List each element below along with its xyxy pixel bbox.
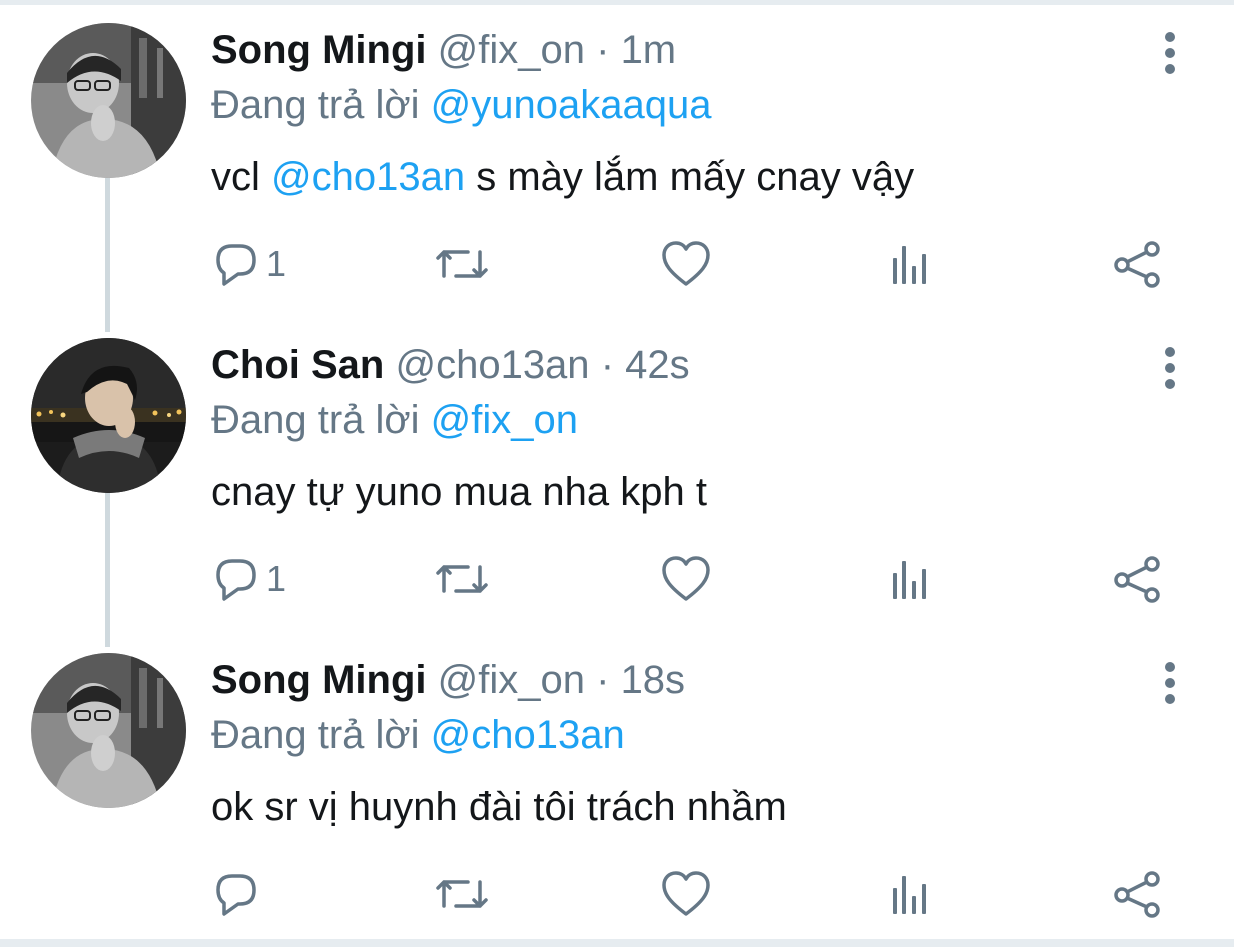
user-handle[interactable]: @fix_on — [438, 658, 585, 702]
timestamp[interactable]: 18s — [621, 658, 686, 702]
stats-button[interactable] — [886, 240, 934, 288]
replying-to: Đang trả lời @yunoakaaqua — [211, 80, 712, 130]
share-icon — [1114, 241, 1160, 288]
timestamp[interactable]: 1m — [621, 28, 677, 72]
reply-icon — [216, 559, 256, 601]
share-button[interactable] — [1112, 240, 1162, 288]
like-button[interactable] — [660, 870, 712, 918]
replying-mention[interactable]: @cho13an — [431, 713, 625, 757]
reply-icon — [216, 244, 256, 286]
heart-icon — [662, 241, 710, 286]
separator-dot: · — [600, 343, 615, 387]
stats-icon — [893, 246, 926, 284]
more-options-button[interactable] — [1152, 657, 1188, 707]
share-button[interactable] — [1112, 555, 1162, 603]
tweet-text-part: cnay tự yuno mua nha kph t — [211, 470, 707, 514]
more-vertical-icon — [1165, 662, 1175, 704]
tweet-header: Choi San @cho13an · 42s — [211, 340, 690, 390]
retweet-button[interactable] — [434, 555, 490, 603]
tweet-text-part: ok sr vị huynh đài tôi trách nhầm — [211, 785, 787, 829]
share-icon — [1114, 871, 1160, 918]
tweet[interactable]: Song Mingi @fix_on · 1m Đang trả lời @yu… — [0, 5, 1234, 320]
display-name[interactable]: Choi San — [211, 343, 384, 387]
tweet[interactable]: Song Mingi @fix_on · 18s Đang trả lời @c… — [0, 635, 1234, 947]
tweet-text-part: vcl — [211, 155, 271, 199]
action-bar — [0, 870, 1234, 918]
more-vertical-icon — [1165, 347, 1175, 389]
like-button[interactable] — [660, 555, 712, 603]
replying-mention[interactable]: @yunoakaaqua — [431, 83, 712, 127]
action-bar: 1 — [0, 240, 1234, 288]
reply-count: 1 — [266, 243, 287, 284]
tweet-thread: Song Mingi @fix_on · 1m Đang trả lời @yu… — [0, 0, 1234, 947]
user-handle[interactable]: @cho13an — [395, 343, 589, 387]
bottom-divider — [0, 939, 1234, 947]
tweet-mention[interactable]: @cho13an — [271, 155, 465, 199]
tweet-header: Song Mingi @fix_on · 18s — [211, 655, 685, 705]
replying-prefix: Đang trả lời — [211, 713, 420, 757]
separator-dot: · — [596, 658, 610, 702]
user-handle[interactable]: @fix_on — [438, 28, 585, 72]
retweet-icon — [436, 250, 488, 278]
retweet-icon — [436, 880, 488, 908]
tweet-text: cnay tự yuno mua nha kph t — [211, 467, 707, 517]
reply-icon — [216, 874, 256, 916]
more-options-button[interactable] — [1152, 342, 1188, 392]
reply-button[interactable]: 1 — [212, 240, 286, 288]
stats-icon — [893, 876, 926, 914]
more-options-button[interactable] — [1152, 27, 1188, 77]
reply-button[interactable] — [212, 870, 266, 918]
share-button[interactable] — [1112, 870, 1162, 918]
tweet-text: ok sr vị huynh đài tôi trách nhầm — [211, 782, 787, 832]
reply-button[interactable]: 1 — [212, 555, 286, 603]
retweet-icon — [436, 565, 488, 593]
retweet-button[interactable] — [434, 870, 490, 918]
replying-prefix: Đang trả lời — [211, 83, 420, 127]
replying-to: Đang trả lời @cho13an — [211, 710, 625, 760]
tweet-text: vcl @cho13an s mày lắm mấy cnay vậy — [211, 152, 914, 202]
action-bar: 1 — [0, 555, 1234, 603]
tweet[interactable]: Choi San @cho13an · 42s Đang trả lời @fi… — [0, 320, 1234, 635]
display-name[interactable]: Song Mingi — [211, 658, 427, 702]
replying-mention[interactable]: @fix_on — [431, 398, 578, 442]
like-button[interactable] — [660, 240, 712, 288]
display-name[interactable]: Song Mingi — [211, 28, 427, 72]
timestamp[interactable]: 42s — [625, 343, 690, 387]
replying-to: Đang trả lời @fix_on — [211, 395, 578, 445]
avatar[interactable] — [31, 653, 186, 808]
avatar[interactable] — [31, 23, 186, 178]
avatar[interactable] — [31, 338, 186, 493]
heart-icon — [662, 871, 710, 916]
tweet-text-part: s mày lắm mấy cnay vậy — [465, 155, 915, 199]
stats-button[interactable] — [886, 555, 934, 603]
stats-icon — [893, 561, 926, 599]
share-icon — [1114, 556, 1160, 603]
tweet-header: Song Mingi @fix_on · 1m — [211, 25, 676, 75]
stats-button[interactable] — [886, 870, 934, 918]
more-vertical-icon — [1165, 32, 1175, 74]
heart-icon — [662, 556, 710, 601]
reply-count: 1 — [266, 558, 287, 599]
separator-dot: · — [596, 28, 610, 72]
replying-prefix: Đang trả lời — [211, 398, 420, 442]
retweet-button[interactable] — [434, 240, 490, 288]
